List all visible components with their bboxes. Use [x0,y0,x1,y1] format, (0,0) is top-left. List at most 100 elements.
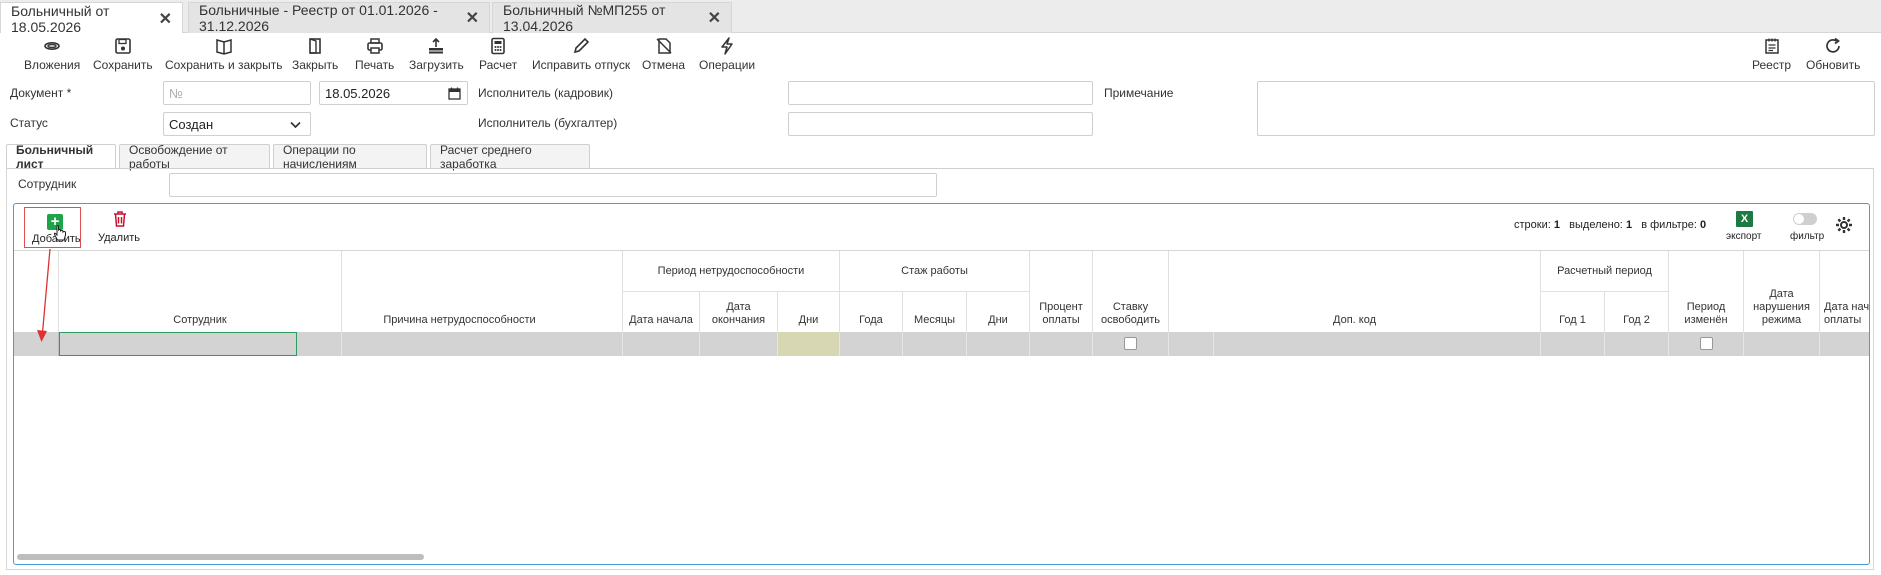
header-days[interactable]: Дни [778,292,840,333]
document-label: Документ * [10,86,72,100]
row-employee-cell[interactable] [59,332,297,356]
tab-average-earnings[interactable]: Расчет среднего заработка [430,142,590,171]
filter-count-value: 0 [1700,219,1707,231]
row-reason-cell[interactable] [342,332,623,356]
row-pct-cell[interactable] [1030,332,1093,356]
header-years[interactable]: Года [840,292,903,333]
tab-accrual-operations[interactable]: Операции по начислениям [273,143,427,171]
operations-button[interactable]: Операции [699,37,755,72]
hdr-line: Дата начала [1824,301,1870,313]
executor-hr-label: Исполнитель (кадровик) [478,86,613,100]
load-label: Загрузить [409,58,464,72]
executor-acc-input[interactable] [788,112,1093,136]
header-free-rate[interactable]: Ставку освободить [1093,251,1169,333]
row-cell[interactable] [1169,332,1214,356]
hdr-line: оплаты [1042,314,1080,326]
doc-tab-sick-leave[interactable]: Больничный от 18.05.2026 ✕ [0,2,183,35]
employee-input[interactable] [169,173,937,197]
print-button[interactable]: Печать [355,37,394,72]
registry-button[interactable]: Реестр [1752,37,1791,72]
row-days-cell[interactable] [778,332,840,356]
close-button[interactable]: Закрыть [292,37,338,72]
cancel-button[interactable]: Отмена [642,37,685,72]
header-reason[interactable]: Причина нетрудоспособности [297,251,623,333]
load-button[interactable]: Загрузить [409,37,464,72]
row-free-rate-cell[interactable] [1093,332,1169,356]
cancel-label: Отмена [642,58,686,72]
row-months-cell[interactable] [903,332,967,356]
annotation-arrow-icon [37,248,51,342]
document-date-input[interactable]: 18.05.2026 [319,81,468,105]
close-icon[interactable]: ✕ [466,8,479,28]
doc-tab-registry[interactable]: Больничные - Реестр от 01.01.2026 - 31.1… [188,2,490,34]
horizontal-scrollbar[interactable] [17,554,424,560]
executor-acc-label: Исполнитель (бухгалтер) [478,116,618,130]
selected-value: 1 [1625,219,1633,231]
free-rate-checkbox[interactable] [1124,337,1137,350]
header-violation-date[interactable]: Дата нарушения режима [1744,251,1820,333]
tab-sick-leave[interactable]: Больничный лист [6,143,116,171]
close-icon[interactable]: ✕ [159,9,172,29]
calendar-icon[interactable] [448,87,461,100]
note-textarea[interactable] [1257,81,1875,136]
filter-toggle[interactable]: фильтр [1776,208,1826,244]
lightning-icon [721,37,733,55]
trash-icon [114,211,126,227]
header-year1[interactable]: Год 1 [1541,292,1605,333]
tab-label: Расчет среднего заработка [440,142,532,171]
save-button[interactable]: Сохранить [93,37,153,72]
doc-tab-label: Больничный №МП255 от 13.04.2026 [503,2,666,34]
header-months[interactable]: Месяцы [903,292,967,333]
delete-button[interactable]: Удалить [96,210,146,246]
add-button[interactable]: + Добавить [24,207,81,248]
executor-hr-input[interactable] [788,81,1093,105]
calc-button[interactable]: Расчет [479,37,517,72]
tab-exemption[interactable]: Освобождение от работы [119,143,270,171]
refresh-label: Обновить [1806,58,1861,72]
header-experience-group: Стаж работы [840,251,1030,292]
table-row[interactable] [14,332,1869,356]
row-dop-code-cell[interactable] [1214,332,1541,356]
row-year1-cell[interactable] [1541,332,1605,356]
row-years-cell[interactable] [840,332,903,356]
header-end-date[interactable]: Дата окончания [700,292,778,333]
header-period-changed[interactable]: Период изменён [1669,251,1744,333]
filter-label: фильтр [1790,231,1825,242]
calc-label: Расчет [479,58,518,72]
close-icon[interactable]: ✕ [708,8,721,28]
row-exp-days-cell[interactable] [967,332,1030,356]
save-label: Сохранить [93,58,153,72]
rows-label: строки: [1514,219,1551,231]
doc-tab-mp255[interactable]: Больничный №МП255 от 13.04.2026 ✕ [492,2,732,34]
row-cell[interactable] [297,332,342,356]
row-pay-start-cell[interactable] [1820,332,1869,356]
header-dop-code[interactable]: Доп. код [1169,251,1541,333]
header-exp-days[interactable]: Дни [967,292,1030,333]
register-icon [1764,38,1779,54]
gear-icon[interactable] [1835,216,1853,234]
fix-vacation-button[interactable]: Исправить отпуск [532,37,630,72]
hdr-line: Дата [1769,288,1794,300]
period-changed-checkbox[interactable] [1700,337,1713,350]
export-button[interactable]: X экспорт [1719,208,1769,244]
row-end-cell[interactable] [700,332,778,356]
hdr-line: окончания [711,314,766,326]
document-number-input[interactable]: № [163,81,311,105]
status-select[interactable]: Создан [163,112,311,136]
calculator-icon [491,37,505,55]
header-start-date[interactable]: Дата начала [623,292,700,333]
header-pay-percent[interactable]: Процент оплаты [1030,251,1093,333]
save-close-label: Сохранить и закрыть [165,58,283,72]
data-grid: + Добавить Удалить строки: 1 выделено: 1… [13,203,1870,565]
attachments-button[interactable]: Вложения [24,37,80,72]
header-pay-start-date[interactable]: Дата началаоплаты [1820,251,1870,333]
save-close-button[interactable]: Сохранить и закрыть [165,37,282,72]
paperclip-icon [44,42,60,51]
row-violation-cell[interactable] [1744,332,1820,356]
refresh-button[interactable]: Обновить [1806,37,1860,72]
row-changed-cell[interactable] [1669,332,1744,356]
row-start-cell[interactable] [623,332,700,356]
header-year2[interactable]: Год 2 [1605,292,1669,333]
row-year2-cell[interactable] [1605,332,1669,356]
hdr-line: изменён [1684,314,1728,326]
